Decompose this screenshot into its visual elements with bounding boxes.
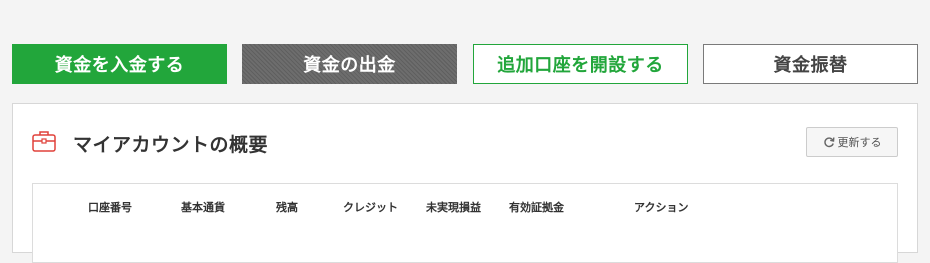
withdraw-funds-button[interactable]: 資金の出金 [242, 44, 457, 84]
column-header-unrealized-pnl: 未実現損益 [426, 201, 481, 214]
open-additional-account-button[interactable]: 追加口座を開設する [473, 44, 688, 84]
column-header-base-currency: 基本通貨 [181, 201, 225, 214]
transfer-funds-button[interactable]: 資金振替 [703, 44, 918, 84]
column-header-balance: 残高 [276, 201, 298, 214]
briefcase-icon [31, 128, 57, 154]
column-header-equity: 有効証拠金 [509, 201, 564, 214]
accounts-table: 口座番号 基本通貨 残高 クレジット 未実現損益 有効証拠金 アクション [32, 183, 898, 263]
refresh-button[interactable]: 更新する [806, 127, 898, 157]
column-header-credit: クレジット [343, 201, 398, 214]
panel-header: マイアカウントの概要 更新する [13, 104, 917, 184]
column-header-action: アクション [634, 201, 689, 214]
refresh-icon [823, 136, 835, 148]
refresh-label: 更新する [837, 136, 882, 149]
column-header-account-number: 口座番号 [88, 201, 132, 214]
page-title: マイアカウントの概要 [73, 134, 269, 156]
funds-action-bar: 資金を入金する 資金の出金 追加口座を開設する 資金振替 [12, 44, 918, 84]
deposit-funds-button[interactable]: 資金を入金する [12, 44, 227, 84]
account-overview-panel: マイアカウントの概要 更新する 口座番号 基本通貨 残高 クレジット 未実現損益… [12, 103, 918, 263]
